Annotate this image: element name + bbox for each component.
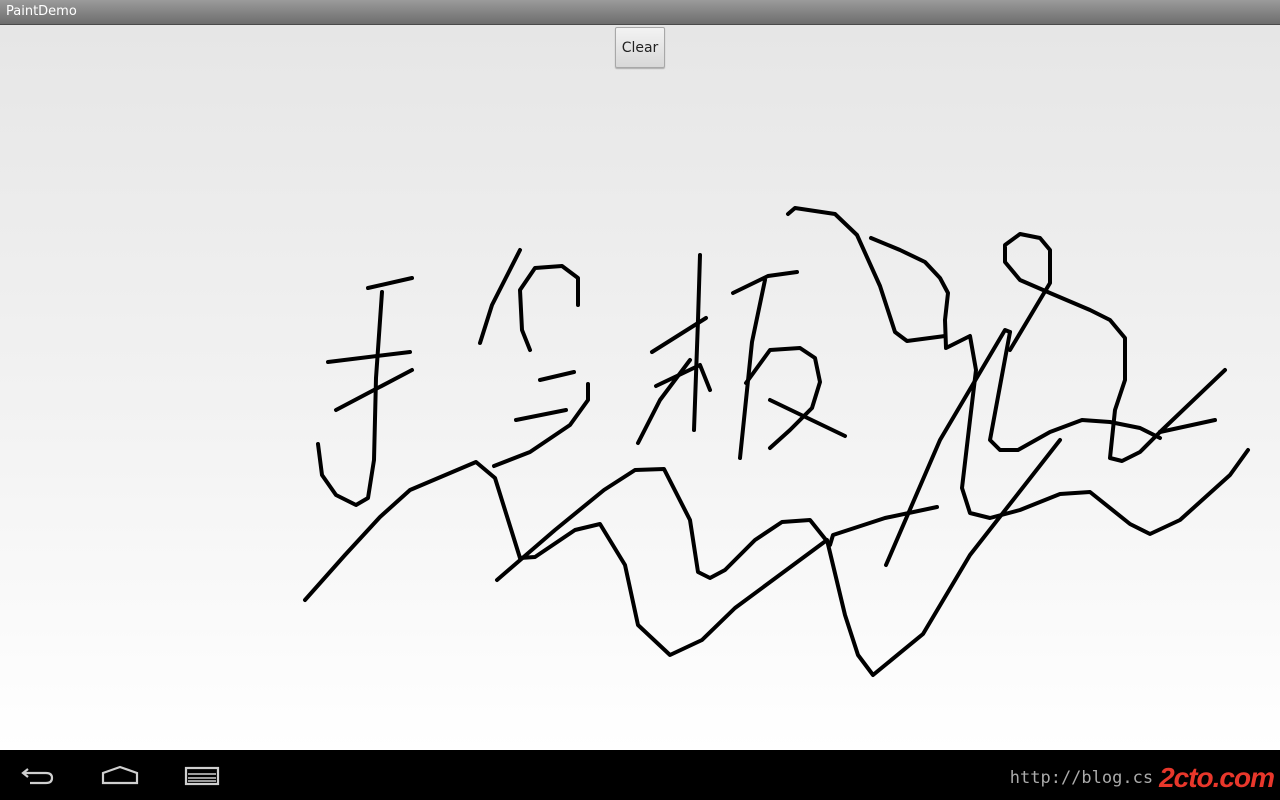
- stroke-24: [303, 438, 1062, 677]
- back-button[interactable]: [14, 758, 62, 792]
- window-title: PaintDemo: [6, 4, 77, 19]
- system-navigation-bar: http://blog.cs 2cto.com: [0, 750, 1280, 800]
- stroke-3: [316, 290, 384, 507]
- stroke-17: [786, 206, 947, 343]
- home-button[interactable]: [96, 758, 144, 792]
- watermark: http://blog.cs 2cto.com: [1009, 762, 1275, 793]
- stroke-15: [744, 346, 822, 450]
- stroke-7: [514, 408, 568, 422]
- stroke-25: [495, 467, 939, 582]
- drawing-strokes[interactable]: [0, 25, 1280, 750]
- watermark-url: http://blog.cs: [1009, 768, 1154, 788]
- recent-apps-button[interactable]: [176, 758, 224, 792]
- stroke-6: [538, 370, 576, 382]
- stroke-9: [692, 253, 702, 432]
- clear-button[interactable]: Clear: [615, 27, 665, 68]
- home-icon: [101, 765, 139, 785]
- back-arrow-icon: [21, 768, 54, 785]
- stroke-22: [988, 330, 1162, 452]
- stroke-8: [492, 382, 590, 468]
- stroke-4: [478, 248, 522, 345]
- stroke-1: [326, 350, 412, 364]
- stroke-14: [738, 278, 767, 460]
- drawing-canvas[interactable]: Clear: [0, 25, 1280, 750]
- stroke-0: [366, 276, 414, 290]
- stroke-20: [1158, 368, 1227, 434]
- stroke-18: [869, 236, 1250, 536]
- stroke-5: [518, 264, 580, 352]
- stroke-16: [768, 398, 847, 438]
- watermark-logo: 2cto.com: [1159, 762, 1275, 793]
- title-bar: PaintDemo: [0, 0, 1280, 25]
- recent-apps-icon: [184, 766, 220, 786]
